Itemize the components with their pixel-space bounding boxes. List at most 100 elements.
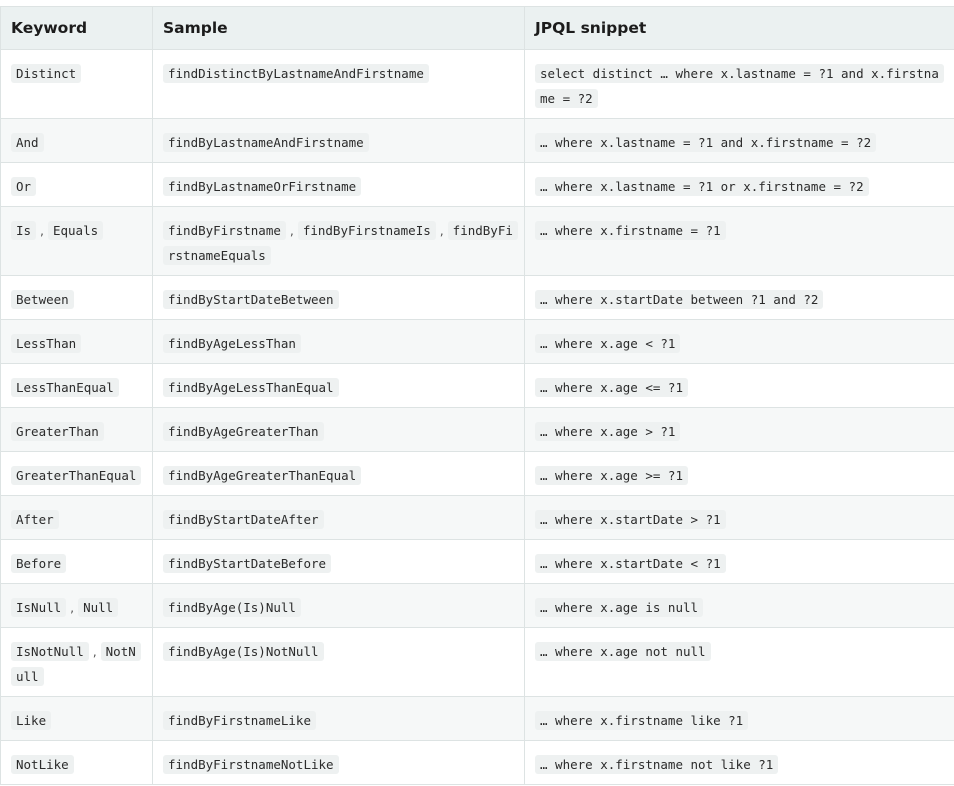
table-row: After findByStartDateAfter … where x.start… bbox=[0, 495, 954, 540]
table-row: IsNull , Null findByAge(Is)Null … where x.… bbox=[0, 583, 954, 628]
keyword-code: GreaterThanEqual bbox=[11, 466, 142, 485]
jpql-code: … where x.age < ?1 bbox=[535, 334, 681, 353]
sample-code: findByAgeLessThan bbox=[163, 334, 301, 353]
keyword-code: Equals bbox=[47, 221, 104, 240]
sample-cell: findByAgeLessThan bbox=[152, 319, 525, 364]
keyword-code: Like bbox=[11, 711, 52, 730]
table-row: Distinct findDistinctByLastnameAndFirstna… bbox=[0, 49, 954, 119]
table-row: Or findByLastnameOrFirstname … where x.las… bbox=[0, 162, 954, 207]
table-row: Like findByFirstnameLike … where x.firstna… bbox=[0, 696, 954, 741]
list-separator: , bbox=[285, 223, 298, 238]
sample-code: findByFirstnameLike bbox=[163, 711, 316, 730]
keyword-code: IsNotNull bbox=[11, 642, 89, 661]
table-header: Keyword Sample JPQL snippet bbox=[0, 6, 954, 50]
keyword-code: Before bbox=[11, 554, 67, 573]
jpql-cell: … where x.age >= ?1 bbox=[524, 451, 954, 496]
list-separator: , bbox=[435, 223, 448, 238]
table-row: LessThan findByAgeLessThan … where x.age <… bbox=[0, 319, 954, 364]
keyword-cell: Distinct bbox=[0, 49, 153, 119]
keyword-cell: LessThanEqual bbox=[0, 363, 153, 408]
keyword-cell: IsNull , Null bbox=[0, 583, 153, 628]
jpql-code: … where x.lastname = ?1 and x.firstname … bbox=[535, 133, 877, 152]
jpql-code: … where x.lastname = ?1 or x.firstname =… bbox=[535, 177, 869, 196]
keyword-cell: GreaterThanEqual bbox=[0, 451, 153, 496]
sample-cell: findByLastnameAndFirstname bbox=[152, 118, 525, 163]
sample-cell: findByAge(Is)Null bbox=[152, 583, 525, 628]
sample-code: findByFirstnameNotLike bbox=[163, 755, 339, 774]
jpql-cell: … where x.startDate between ?1 and ?2 bbox=[524, 275, 954, 320]
keyword-cell: After bbox=[0, 495, 153, 540]
jpql-cell: … where x.lastname = ?1 or x.firstname =… bbox=[524, 162, 954, 207]
jpql-cell: … where x.startDate < ?1 bbox=[524, 539, 954, 584]
keyword-cell: Like bbox=[0, 696, 153, 741]
keyword-code: Between bbox=[11, 290, 74, 309]
jpql-cell: … where x.firstname = ?1 bbox=[524, 206, 954, 276]
jpql-code: … where x.startDate < ?1 bbox=[535, 554, 726, 573]
jpql-code: … where x.age > ?1 bbox=[535, 422, 681, 441]
query-keyword-table-container: Keyword Sample JPQL snippet Distinct find… bbox=[0, 6, 954, 785]
keyword-cell: Or bbox=[0, 162, 153, 207]
jpql-cell: … where x.age < ?1 bbox=[524, 319, 954, 364]
sample-code: findByStartDateBetween bbox=[163, 290, 339, 309]
jpql-code: select distinct … where x.lastname = ?1 … bbox=[535, 64, 944, 108]
sample-cell: findByStartDateBetween bbox=[152, 275, 525, 320]
keyword-cell: LessThan bbox=[0, 319, 153, 364]
sample-code: findByLastnameAndFirstname bbox=[163, 133, 369, 152]
list-separator: , bbox=[36, 223, 48, 238]
keyword-cell: Between bbox=[0, 275, 153, 320]
keyword-cell: And bbox=[0, 118, 153, 163]
table-row: NotLike findByFirstnameNotLike … where x.f… bbox=[0, 740, 954, 785]
sample-code: findByStartDateAfter bbox=[163, 510, 324, 529]
sample-cell: findByFirstname , findByFirstnameIs , fi… bbox=[152, 206, 525, 276]
keyword-code: And bbox=[11, 133, 44, 152]
header-keyword: Keyword bbox=[0, 6, 153, 50]
jpql-cell: … where x.age not null bbox=[524, 627, 954, 697]
sample-code: findByStartDateBefore bbox=[163, 554, 332, 573]
keyword-cell: GreaterThan bbox=[0, 407, 153, 452]
keyword-cell: NotLike bbox=[0, 740, 153, 785]
table-row: Before findByStartDateBefore … where x.sta… bbox=[0, 539, 954, 584]
sample-cell: findByFirstnameLike bbox=[152, 696, 525, 741]
keyword-cell: Before bbox=[0, 539, 153, 584]
jpql-cell: … where x.lastname = ?1 and x.firstname … bbox=[524, 118, 954, 163]
sample-cell: findByFirstnameNotLike bbox=[152, 740, 525, 785]
jpql-cell: … where x.firstname not like ?1 bbox=[524, 740, 954, 785]
header-jpql-snippet: JPQL snippet bbox=[524, 6, 954, 50]
jpql-cell: … where x.age <= ?1 bbox=[524, 363, 954, 408]
keyword-code: IsNull bbox=[11, 598, 67, 617]
sample-cell: findByStartDateBefore bbox=[152, 539, 525, 584]
keyword-code: Null bbox=[78, 598, 119, 617]
keyword-code: Distinct bbox=[11, 64, 82, 83]
keyword-code: LessThanEqual bbox=[11, 378, 119, 397]
jpql-code: … where x.age is null bbox=[535, 598, 704, 617]
sample-code: findByAge(Is)Null bbox=[163, 598, 301, 617]
sample-cell: findDistinctByLastnameAndFirstname bbox=[152, 49, 525, 119]
sample-code: findByAge(Is)NotNull bbox=[163, 642, 324, 661]
keyword-code: LessThan bbox=[11, 334, 82, 353]
sample-code: findByLastnameOrFirstname bbox=[163, 177, 362, 196]
sample-code: findByAgeGreaterThanEqual bbox=[163, 466, 362, 485]
sample-code: findByAgeGreaterThan bbox=[163, 422, 324, 441]
keyword-code: NotLike bbox=[11, 755, 74, 774]
header-row: Keyword Sample JPQL snippet bbox=[0, 6, 954, 50]
jpql-code: … where x.startDate > ?1 bbox=[535, 510, 726, 529]
jpql-cell: … where x.firstname like ?1 bbox=[524, 696, 954, 741]
table-row: Is , Equals findByFirstname , findByFirst… bbox=[0, 206, 954, 276]
table-body: Distinct findDistinctByLastnameAndFirstna… bbox=[0, 49, 954, 785]
jpql-code: … where x.age <= ?1 bbox=[535, 378, 688, 397]
jpql-code: … where x.firstname like ?1 bbox=[535, 711, 749, 730]
jpql-code: … where x.age >= ?1 bbox=[535, 466, 688, 485]
jpql-code: … where x.firstname not like ?1 bbox=[535, 755, 779, 774]
list-separator: , bbox=[66, 600, 79, 615]
query-keyword-table: Keyword Sample JPQL snippet Distinct find… bbox=[0, 6, 954, 785]
jpql-cell: … where x.age > ?1 bbox=[524, 407, 954, 452]
keyword-cell: Is , Equals bbox=[0, 206, 153, 276]
sample-cell: findByLastnameOrFirstname bbox=[152, 162, 525, 207]
jpql-code: … where x.firstname = ?1 bbox=[535, 221, 726, 240]
keyword-code: After bbox=[11, 510, 59, 529]
table-row: GreaterThanEqual findByAgeGreaterThanEqua… bbox=[0, 451, 954, 496]
list-separator: , bbox=[88, 644, 101, 659]
sample-code: findByFirstnameIs bbox=[297, 221, 436, 240]
header-sample: Sample bbox=[152, 6, 525, 50]
table-row: LessThanEqual findByAgeLessThanEqual … whe… bbox=[0, 363, 954, 408]
